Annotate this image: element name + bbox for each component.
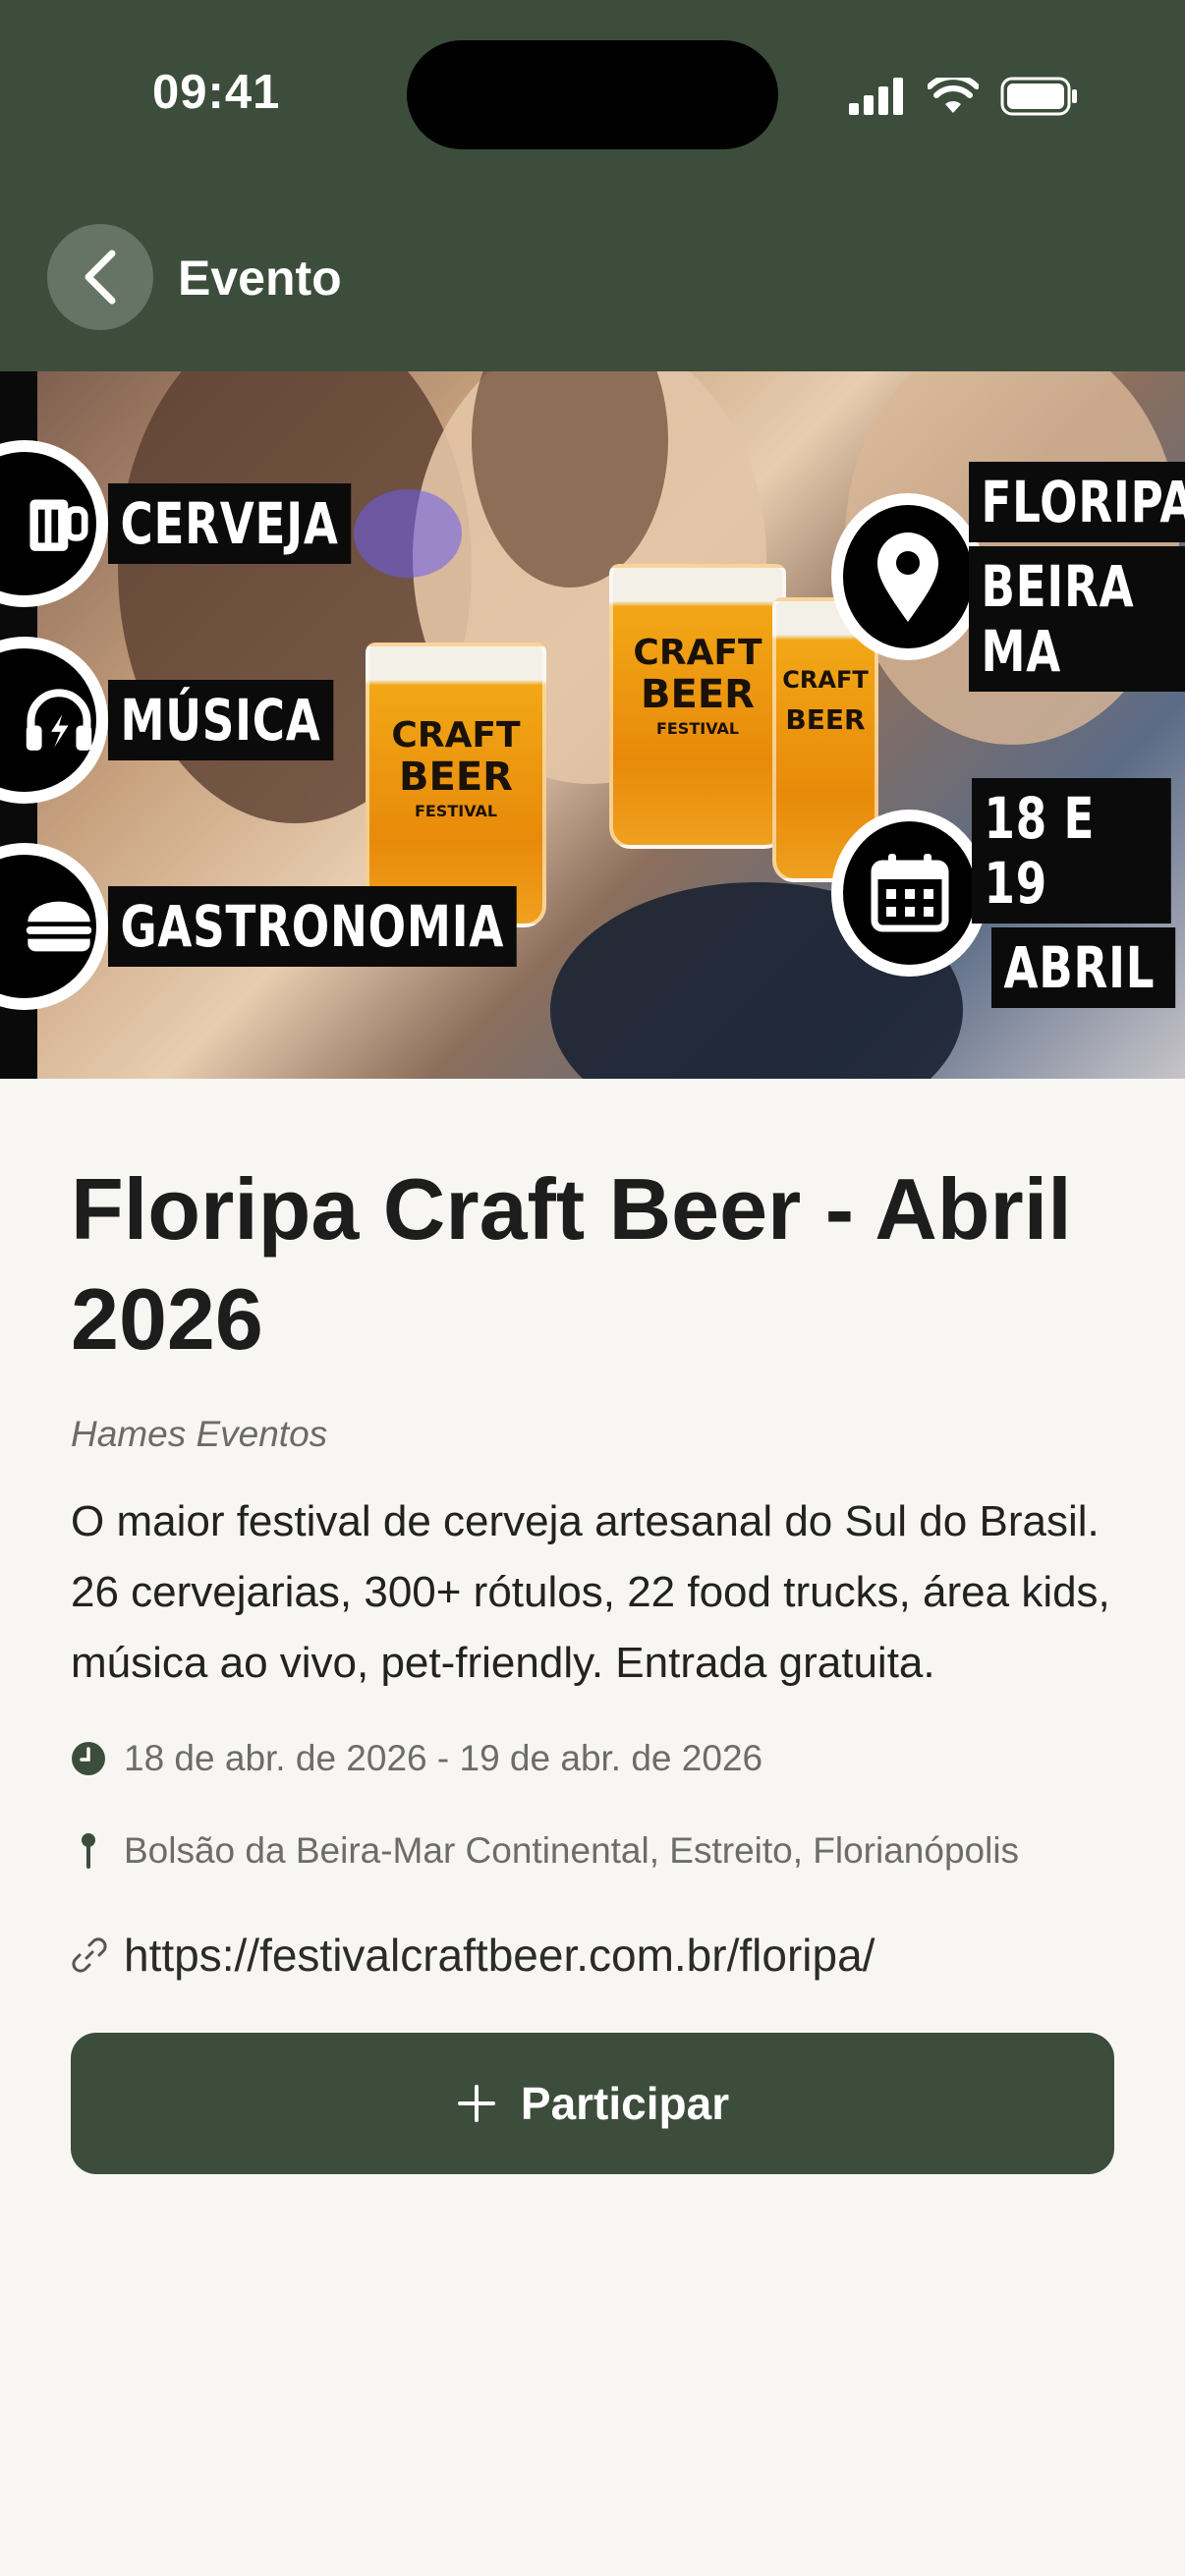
event-link[interactable]: https://festivalcraftbeer.com.br/floripa… bbox=[124, 1929, 875, 1982]
badge-label-date-1: 18 E 19 bbox=[972, 778, 1172, 924]
event-title: Floripa Craft Beer - Abril 2026 bbox=[71, 1160, 1072, 1368]
pin-icon bbox=[71, 1831, 124, 1871]
chevron-left-icon bbox=[85, 250, 116, 305]
dynamic-island bbox=[407, 40, 778, 149]
app-header: 09:41 Evento bbox=[0, 0, 1185, 371]
link-icon bbox=[71, 1936, 124, 1974]
event-organizer: Hames Eventos bbox=[71, 1414, 328, 1454]
clock-icon bbox=[71, 1741, 124, 1776]
calendar-icon bbox=[871, 854, 949, 932]
back-button[interactable] bbox=[47, 224, 153, 330]
event-date-range: 18 de abr. de 2026 - 19 de abr. de 2026 bbox=[124, 1738, 763, 1778]
event-location-row: Bolsão da Beira-Mar Continental, Estreit… bbox=[71, 1830, 1114, 1872]
badge-label-music: MÚSICA bbox=[108, 680, 334, 760]
headphones-icon bbox=[26, 689, 92, 751]
event-screen: 09:41 Evento CRAFT BEER FESTIVAL CRAFT B… bbox=[0, 0, 1185, 2576]
badge-label-food: GASTRONOMIA bbox=[108, 886, 517, 967]
participate-label: Participar bbox=[520, 2078, 730, 2129]
badge-label-beer: CERVEJA bbox=[108, 483, 352, 564]
map-pin-icon bbox=[877, 532, 939, 622]
status-time: 09:41 bbox=[152, 66, 281, 119]
badge-beer: CERVEJA bbox=[0, 440, 420, 607]
participate-button[interactable]: Participar bbox=[71, 2033, 1114, 2174]
status-icons bbox=[849, 73, 1079, 120]
badge-label-place-1: FLORIPA bbox=[969, 462, 1185, 542]
badge-food: GASTRONOMIA bbox=[0, 843, 632, 1010]
event-details: Floripa Craft Beer - Abril 2026 Hames Ev… bbox=[71, 1079, 1114, 2174]
badge-label-place-2: BEIRA MA bbox=[969, 546, 1185, 692]
event-link-row[interactable]: https://festivalcraftbeer.com.br/floripa… bbox=[71, 1929, 1114, 1982]
burger-icon bbox=[26, 901, 92, 952]
event-location: Bolsão da Beira-Mar Continental, Estreit… bbox=[124, 1830, 1020, 1871]
wifi-icon bbox=[928, 78, 979, 113]
beer-glass-center: CRAFT BEER FESTIVAL bbox=[609, 564, 786, 849]
badge-label-date-2: ABRIL bbox=[991, 927, 1176, 1008]
badge-place: FLORIPA BEIRA MA bbox=[831, 462, 1185, 692]
battery-icon bbox=[1000, 77, 1077, 116]
event-description: O maior festival de cerveja artesanal do… bbox=[71, 1497, 1110, 1687]
badge-date: 18 E 19 ABRIL bbox=[831, 778, 1185, 1008]
event-date-row: 18 de abr. de 2026 - 19 de abr. de 2026 bbox=[71, 1738, 1114, 1779]
plus-icon bbox=[457, 2085, 495, 2122]
beer-mug-icon bbox=[29, 499, 88, 551]
page-title: Evento bbox=[178, 251, 342, 306]
badge-music: MÚSICA bbox=[0, 637, 397, 804]
event-banner-image: CRAFT BEER FESTIVAL CRAFT BEER FESTIVAL … bbox=[0, 371, 1185, 1079]
signal-icon bbox=[849, 78, 903, 115]
